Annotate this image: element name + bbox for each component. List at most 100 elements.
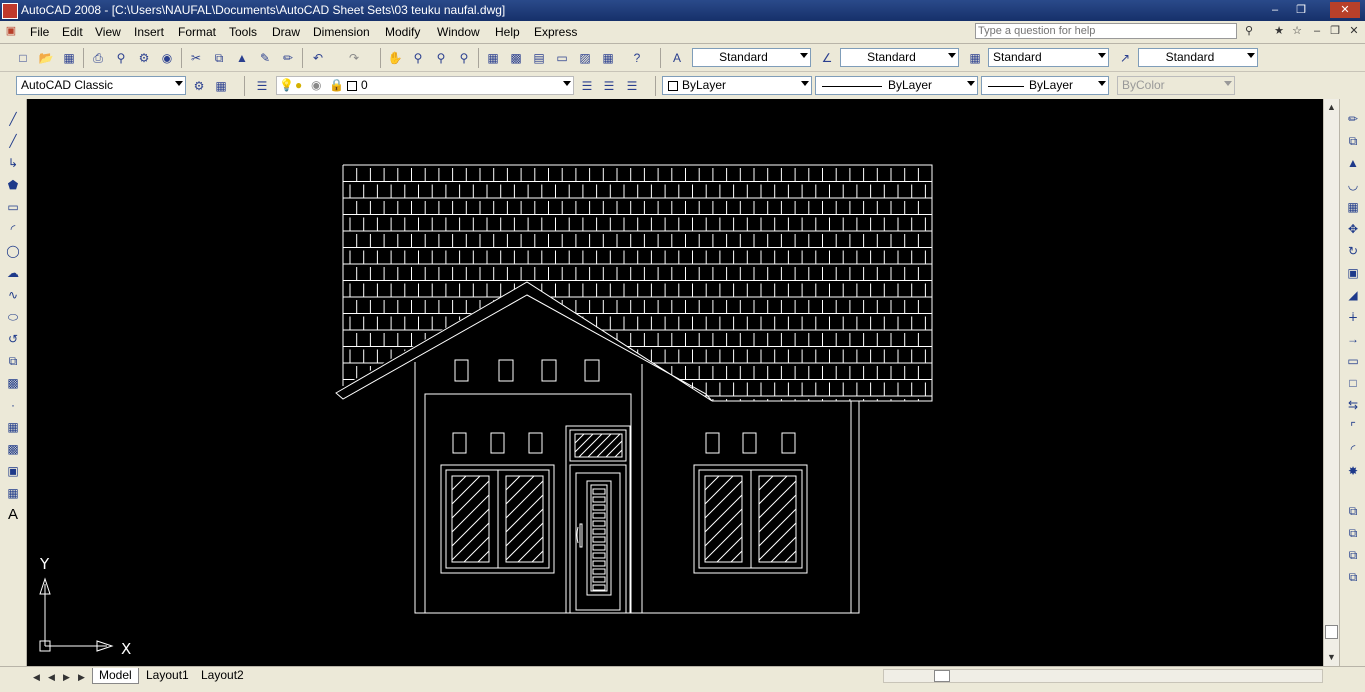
move-icon[interactable]: ✥ [1344, 220, 1362, 238]
menu-draw[interactable]: Draw [272, 25, 300, 39]
save-workspace-icon[interactable]: ▦ [212, 77, 230, 95]
send-to-back-icon[interactable]: ⧉ [1344, 524, 1362, 542]
linetype-dropdown[interactable]: ByLayer [815, 76, 978, 95]
layer-states-icon[interactable]: ☰ [623, 77, 641, 95]
revision-cloud-icon[interactable]: ☁ [4, 264, 22, 282]
menu-format[interactable]: Format [178, 25, 216, 39]
vertical-scroll-thumb[interactable] [1325, 625, 1338, 639]
table-icon[interactable]: ▦ [4, 484, 22, 502]
properties-icon[interactable]: ▦ [484, 49, 502, 67]
polygon-icon[interactable]: ⬟ [4, 176, 22, 194]
construction-line-icon[interactable]: ╱ [4, 132, 22, 150]
menu-tools[interactable]: Tools [229, 25, 257, 39]
next-tab-icon[interactable]: ▶ [61, 670, 72, 684]
menu-insert[interactable]: Insert [134, 25, 164, 39]
plotstyle-dropdown[interactable]: ByColor [1117, 76, 1235, 95]
polyline-icon[interactable]: ↳ [4, 154, 22, 172]
redo-icon[interactable]: ↷ [345, 49, 363, 67]
line-icon[interactable]: ╱ [4, 110, 22, 128]
rotate-icon[interactable]: ↻ [1344, 242, 1362, 260]
erase-icon[interactable]: ✏ [1344, 110, 1362, 128]
previous-tab-icon[interactable]: ◀ [46, 670, 57, 684]
minimize-button[interactable]: – [1264, 2, 1286, 18]
doc-restore-button[interactable]: ❐ [1328, 24, 1342, 38]
dim-style-icon[interactable]: ∠ [818, 49, 836, 67]
layer-manager-icon[interactable]: ☰ [253, 77, 271, 95]
communication-center-icon[interactable]: ★ [1272, 24, 1286, 38]
join-icon[interactable]: ⇆ [1344, 396, 1362, 414]
menu-file[interactable]: File [30, 25, 49, 39]
horizontal-scroll-thumb[interactable] [934, 670, 950, 682]
first-tab-icon[interactable]: ◀ [31, 670, 42, 684]
color-dropdown[interactable]: ByLayer [662, 76, 812, 95]
ellipse-icon[interactable]: ⬭ [4, 308, 22, 326]
fillet-icon[interactable]: ◜ [1344, 440, 1362, 458]
undo-icon[interactable]: ↶ [309, 49, 327, 67]
trim-icon[interactable]: ∔ [1344, 308, 1362, 326]
pan-icon[interactable]: ✋ [386, 49, 404, 67]
break-at-point-icon[interactable]: ▭ [1344, 352, 1362, 370]
menu-edit[interactable]: Edit [62, 25, 83, 39]
plot-preview-icon[interactable]: ⚲ [112, 49, 130, 67]
make-object-layer-current-icon[interactable]: ☰ [578, 77, 596, 95]
menu-window[interactable]: Window [437, 25, 480, 39]
search-icon[interactable]: ⚲ [1242, 24, 1256, 38]
tab-layout2[interactable]: Layout2 [201, 668, 244, 683]
help-icon[interactable]: ? [628, 49, 646, 67]
extend-icon[interactable]: → [1344, 330, 1362, 348]
multiline-text-icon[interactable]: A [4, 506, 22, 524]
multileader-style-dropdown[interactable]: Standard [1138, 48, 1258, 67]
autocad-app-icon[interactable] [2, 3, 18, 19]
text-style-dropdown[interactable]: Standard [692, 48, 811, 67]
region-icon[interactable]: ▣ [4, 462, 22, 480]
publish-icon[interactable]: ⚙ [135, 49, 153, 67]
make-block-icon[interactable]: ▩ [4, 374, 22, 392]
multileader-style-icon[interactable]: ↗ [1116, 49, 1134, 67]
save-icon[interactable]: ▦ [60, 49, 78, 67]
doc-close-button[interactable]: ✕ [1347, 24, 1361, 38]
design-center-icon[interactable]: ▩ [507, 49, 525, 67]
3d-dwf-icon[interactable]: ◉ [158, 49, 176, 67]
match-properties-icon[interactable]: ✎ [256, 49, 274, 67]
text-style-icon[interactable]: A [668, 49, 686, 67]
sheet-set-icon[interactable]: ▭ [553, 49, 571, 67]
zoom-realtime-icon[interactable]: ⚲ [409, 49, 427, 67]
zoom-previous-icon[interactable]: ⚲ [455, 49, 473, 67]
horizontal-scrollbar[interactable] [883, 669, 1323, 683]
quickcalc-icon[interactable]: ▦ [599, 49, 617, 67]
drawing-canvas[interactable]: Y X [27, 99, 1323, 666]
plot-icon[interactable]: ⎙ [89, 49, 107, 67]
help-search-input[interactable] [975, 23, 1237, 39]
table-style-dropdown[interactable]: Standard [988, 48, 1109, 67]
menu-express[interactable]: Express [534, 25, 577, 39]
ellipse-arc-icon[interactable]: ↺ [4, 330, 22, 348]
send-under-icon[interactable]: ⧉ [1344, 568, 1362, 586]
workspace-settings-icon[interactable]: ⚙ [190, 77, 208, 95]
circle-icon[interactable]: ◯ [4, 242, 22, 260]
tab-model[interactable]: Model [92, 668, 139, 684]
copy-object-icon[interactable]: ⧉ [1344, 132, 1362, 150]
tab-layout1[interactable]: Layout1 [146, 668, 189, 683]
vertical-scrollbar[interactable]: ▲ ▼ [1323, 99, 1339, 666]
block-editor-icon[interactable]: ✏ [279, 49, 297, 67]
document-icon[interactable]: ▣ [4, 24, 18, 38]
arc-icon[interactable]: ◜ [4, 220, 22, 238]
menu-view[interactable]: View [95, 25, 121, 39]
mirror-icon[interactable]: ▲ [1344, 154, 1362, 172]
hatch-icon[interactable]: ▦ [4, 418, 22, 436]
paste-icon[interactable]: ▲ [233, 49, 251, 67]
copy-icon[interactable]: ⧉ [210, 49, 228, 67]
scroll-down-icon[interactable]: ▼ [1325, 651, 1338, 663]
chamfer-icon[interactable]: ⌜ [1344, 418, 1362, 436]
insert-block-icon[interactable]: ⧉ [4, 352, 22, 370]
point-icon[interactable]: · [4, 396, 22, 414]
table-style-icon[interactable]: ▦ [966, 49, 984, 67]
scroll-up-icon[interactable]: ▲ [1325, 101, 1338, 113]
break-icon[interactable]: □ [1344, 374, 1362, 392]
gradient-icon[interactable]: ▩ [4, 440, 22, 458]
bring-to-front-icon[interactable]: ⧉ [1344, 502, 1362, 520]
layer-dropdown[interactable]: 💡 ● ◉ 🔒 0 [276, 76, 574, 95]
open-icon[interactable]: 📂 [37, 49, 55, 67]
favorites-icon[interactable]: ☆ [1290, 24, 1304, 38]
menu-help[interactable]: Help [495, 25, 520, 39]
